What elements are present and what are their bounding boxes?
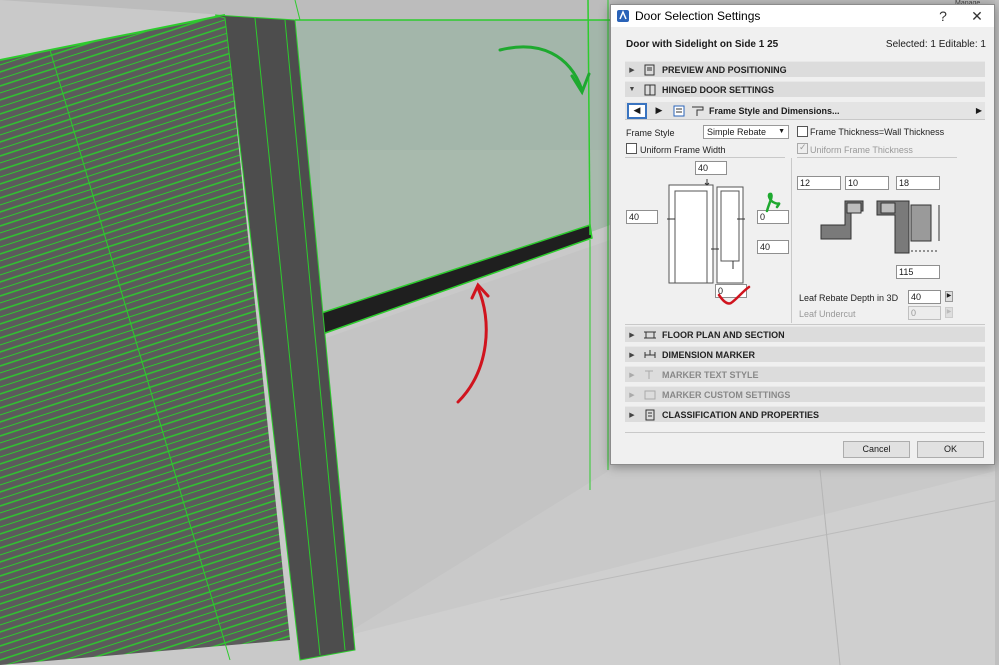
object-name: Door with Sidelight on Side 1 25 bbox=[626, 39, 779, 50]
section-dimension-marker[interactable]: ▶ DIMENSION MARKER bbox=[625, 346, 985, 362]
selection-info: Selected: 1 Editable: 1 bbox=[885, 39, 986, 50]
chevron-down-icon: ▼ bbox=[778, 128, 785, 135]
leaf-rebate-label: Leaf Rebate Depth in 3D bbox=[799, 293, 899, 303]
door-selection-settings-dialog[interactable]: Door Selection Settings ? ✕ Door with Si… bbox=[610, 4, 995, 465]
panel-menu-arrow-icon[interactable]: ▶ bbox=[973, 106, 985, 115]
frame-thickness-label: Frame Thickness=Wall Thickness bbox=[810, 127, 945, 137]
expand-arrow-icon: ▶ bbox=[629, 351, 635, 359]
section-label: CLASSIFICATION AND PROPERTIES bbox=[662, 409, 820, 420]
collapse-arrow-icon: ▼ bbox=[628, 86, 636, 93]
profile-a-field[interactable]: 12 bbox=[797, 176, 841, 190]
expand-arrow-icon: ▶ bbox=[629, 371, 635, 379]
leaf-undercut-field[interactable]: 0 bbox=[908, 306, 941, 320]
dialog-title: Door Selection Settings bbox=[635, 9, 761, 23]
section-label: HINGED DOOR SETTINGS bbox=[662, 84, 775, 95]
frame-style-label: Frame Style bbox=[626, 128, 675, 138]
door-settings-icon bbox=[644, 84, 656, 95]
dialog-header: Door with Sidelight on Side 1 25 Selecte… bbox=[626, 39, 986, 50]
section-label: DIMENSION MARKER bbox=[662, 349, 756, 360]
frame-right-lower-field[interactable]: 40 bbox=[757, 240, 789, 254]
close-button[interactable]: ✕ bbox=[960, 8, 994, 25]
expand-arrow-icon: ▶ bbox=[629, 391, 635, 399]
green-scribble-annotation bbox=[765, 192, 781, 213]
uniform-frame-width-checkbox[interactable] bbox=[626, 143, 637, 154]
next-page-button[interactable]: ▶ bbox=[649, 103, 669, 119]
frame-left-field[interactable]: 40 bbox=[626, 210, 658, 224]
section-classification[interactable]: ▶ CLASSIFICATION AND PROPERTIES bbox=[625, 406, 985, 422]
marker-text-icon bbox=[645, 370, 653, 379]
expand-arrow-icon: ▶ bbox=[629, 66, 635, 74]
frame-style-select[interactable]: Simple Rebate ▼ bbox=[703, 125, 789, 139]
section-label: MARKER CUSTOM SETTINGS bbox=[662, 389, 791, 400]
marker-custom-icon bbox=[644, 390, 656, 399]
profile-c-field[interactable]: 18 bbox=[896, 176, 940, 190]
cancel-button[interactable]: Cancel bbox=[843, 441, 910, 458]
classification-icon bbox=[645, 409, 655, 420]
section-label: FLOOR PLAN AND SECTION bbox=[662, 329, 785, 340]
frame-style-icon bbox=[692, 106, 704, 116]
prev-page-button[interactable]: ◀ bbox=[627, 102, 647, 119]
panel-separator bbox=[791, 158, 792, 323]
section-preview[interactable]: ▶ PREVIEW AND POSITIONING bbox=[625, 61, 985, 77]
section-label: MARKER TEXT STYLE bbox=[662, 369, 759, 380]
frame-thickness-checkbox[interactable] bbox=[797, 126, 808, 137]
frame-profile-diagram bbox=[820, 200, 940, 254]
leaf-undercut-stepper[interactable]: ▶ bbox=[945, 307, 953, 318]
profile-depth-field[interactable]: 115 bbox=[896, 265, 940, 279]
frame-top-field[interactable]: 40 bbox=[695, 161, 727, 175]
uniform-frame-thickness-label: Uniform Frame Thickness bbox=[810, 145, 913, 155]
uniform-frame-width-label: Uniform Frame Width bbox=[640, 145, 726, 155]
archicad-app-icon bbox=[617, 10, 629, 22]
panel-title: Frame Style and Dimensions... bbox=[709, 105, 840, 116]
frame-width-diagram bbox=[667, 179, 745, 284]
uniform-frame-thickness-checkbox[interactable] bbox=[797, 142, 808, 154]
help-button[interactable]: ? bbox=[926, 8, 960, 24]
section-floor-plan[interactable]: ▶ FLOOR PLAN AND SECTION bbox=[625, 326, 985, 342]
profile-b-field[interactable]: 10 bbox=[845, 176, 889, 190]
section-label: PREVIEW AND POSITIONING bbox=[662, 64, 787, 75]
expand-arrow-icon: ▶ bbox=[629, 331, 635, 339]
floor-plan-icon bbox=[644, 331, 656, 338]
expand-arrow-icon: ▶ bbox=[629, 411, 635, 419]
red-checkmark-annotation bbox=[717, 285, 751, 305]
leaf-undercut-label: Leaf Undercut bbox=[799, 309, 856, 319]
ok-button[interactable]: OK bbox=[917, 441, 984, 458]
leaf-rebate-field[interactable]: 40 bbox=[908, 290, 941, 304]
section-hinged-door[interactable]: ▼ HINGED DOOR SETTINGS bbox=[625, 81, 985, 97]
frame-style-value: Simple Rebate bbox=[707, 127, 767, 137]
dimension-marker-icon bbox=[644, 349, 656, 358]
section-marker-text-style[interactable]: ▶ MARKER TEXT STYLE bbox=[625, 366, 985, 382]
dialog-titlebar[interactable]: Door Selection Settings ? ✕ bbox=[611, 5, 994, 27]
panel-toolbar: ◀ ▶ Frame Style and Dimensions... ▶ bbox=[625, 102, 985, 120]
page-list-icon[interactable] bbox=[673, 105, 687, 117]
section-marker-custom-settings[interactable]: ▶ MARKER CUSTOM SETTINGS bbox=[625, 386, 985, 402]
preview-icon bbox=[644, 64, 655, 75]
leaf-rebate-stepper[interactable]: ▶ bbox=[945, 291, 953, 302]
